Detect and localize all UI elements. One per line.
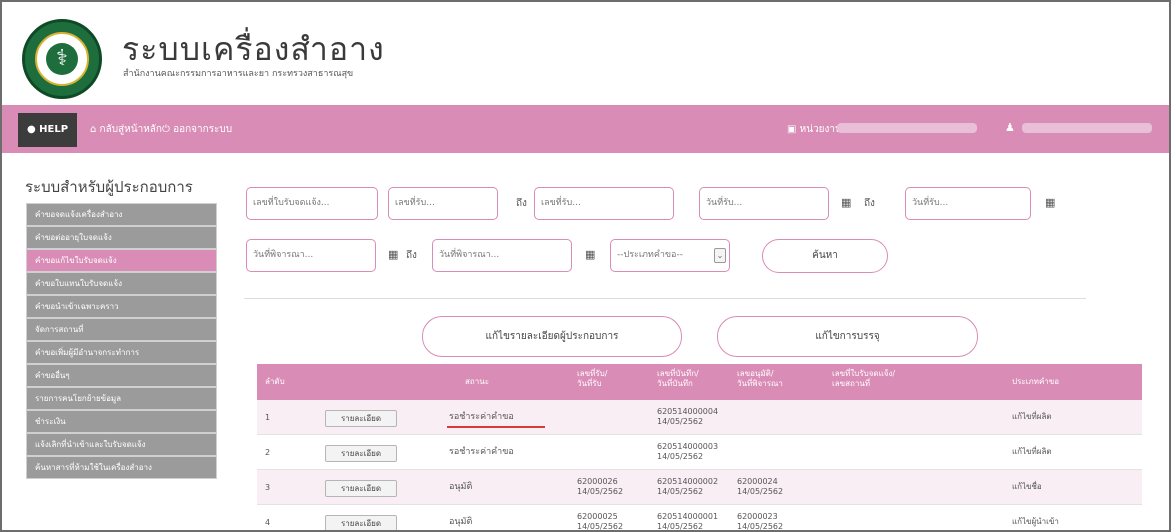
cell-status: รอชำระค่าคำขอ <box>449 447 514 457</box>
cell-status: รอชำระค่าคำขอ <box>449 412 514 422</box>
divider <box>244 298 1086 299</box>
cell-review-date: 14/05/2562 <box>737 487 784 496</box>
table-row: 3 รายละเอียด อนุมัติ 62000026 14/05/2562 6205… <box>257 470 1142 505</box>
receive-date-from-input[interactable]: วันที่รับ... <box>699 187 829 220</box>
header-order: ลำดับ <box>265 377 285 386</box>
request-type-select[interactable]: --ประเภทคำขอ-- ⌄ <box>610 239 730 272</box>
sidebar-item[interactable]: จัดการสถานที่ <box>26 318 217 341</box>
sidebar-item[interactable]: คำขอใบแทนใบรับจดแจ้ง <box>26 272 217 295</box>
sidebar-item[interactable]: ชำระเงิน <box>26 410 217 433</box>
cell-record-date: 14/05/2562 <box>657 417 704 426</box>
sidebar-item[interactable]: แจ้งเลิกที่นำเข้าและใบรับจดแจ้ง <box>26 433 217 456</box>
header: ⚕ ระบบเครื่องสำอาง สำนักงานคณะกรรมการอาห… <box>2 2 1169 105</box>
sidebar-item[interactable]: คำขออื่นๆ <box>26 364 217 387</box>
header-approval-no: เลขอนุมัติ/วันที่พิจารณา <box>737 369 783 388</box>
cell-receipt-no: 62000026 <box>577 477 618 486</box>
header-status: สถานะ <box>465 377 489 386</box>
table-row: 2 รายละเอียด รอชำระค่าคำขอ 620514000003 14/0… <box>257 435 1142 470</box>
help-icon: ● <box>26 124 40 135</box>
edit-operator-button[interactable]: แก้ไขรายละเอียดผู้ประกอบการ <box>422 316 682 357</box>
receipt-from-input[interactable]: เลขที่รับ... <box>388 187 498 220</box>
chevron-down-icon: ⌄ <box>714 248 726 263</box>
user-name-redacted <box>1022 123 1152 133</box>
header-record-no: เลขที่บันทึก/วันที่บันทึก <box>657 369 699 388</box>
cell-receipt-date: 14/05/2562 <box>577 487 624 496</box>
cell-approval-no: 62000023 <box>737 512 778 521</box>
to-label: ถึง <box>406 250 417 261</box>
status-highlight-underline <box>447 426 545 428</box>
table-header: ลำดับ สถานะ เลขที่รับ/วันที่รับ เลขที่บั… <box>257 364 1142 400</box>
sidebar-title: ระบบสำหรับผู้ประกอบการ <box>25 178 193 196</box>
cell-record-date: 14/05/2562 <box>657 487 704 496</box>
logout-label: ออกจากระบบ <box>173 124 233 135</box>
sidebar-item[interactable]: คำขอเพิ่มผู้มีอำนาจกระทำการ <box>26 341 217 364</box>
calendar-icon[interactable]: ▦ <box>841 196 851 209</box>
top-navbar: ● HELP ⌂ กลับสู่หน้าหลัก ⏻ ออกจากระบบ ▣ … <box>2 105 1169 153</box>
building-icon: ▣ <box>787 124 800 135</box>
help-button[interactable]: ● HELP <box>18 113 77 147</box>
logout-link[interactable]: ⏻ ออกจากระบบ <box>162 122 232 137</box>
detail-button[interactable]: รายละเอียด <box>325 445 397 462</box>
help-label: HELP <box>39 124 69 135</box>
receipt-to-input[interactable]: เลขที่รับ... <box>534 187 674 220</box>
table-row: 4 รายละเอียด อนุมัติ 62000025 14/05/2562 6205… <box>257 505 1142 531</box>
cell-order: 4 <box>265 518 271 527</box>
cell-request-type: แก้ไขที่ผลิต <box>1012 447 1052 456</box>
edit-packaging-button[interactable]: แก้ไขการบรรจุ <box>717 316 978 357</box>
to-label: ถึง <box>516 198 527 209</box>
cell-record-date: 14/05/2562 <box>657 452 704 461</box>
request-type-selected: --ประเภทคำขอ-- <box>617 250 683 260</box>
header-request-type: ประเภทคำขอ <box>1012 377 1060 386</box>
detail-button[interactable]: รายละเอียด <box>325 480 397 497</box>
power-icon: ⏻ <box>162 124 174 135</box>
cell-record-date: 14/05/2562 <box>657 522 704 531</box>
sidebar-item[interactable]: คำขอต่ออายุใบจดแจ้ง <box>26 226 217 249</box>
cell-record-no: 620514000003 <box>657 442 719 451</box>
user-icon: ♟ <box>1005 121 1015 134</box>
table-row: 1 รายละเอียด รอชำระค่าคำขอ 620514000004 14/0… <box>257 400 1142 435</box>
header-license-no: เลขที่ใบรับจดแจ้ง/เลขสถานที่ <box>832 369 896 388</box>
cell-request-type: แก้ไขที่ผลิต <box>1012 412 1052 421</box>
cell-receipt-date: 14/05/2562 <box>577 522 624 531</box>
cell-request-type: แก้ไขชื่อ <box>1012 482 1042 491</box>
header-receipt-no: เลขที่รับ/วันที่รับ <box>577 369 608 388</box>
sidebar-item[interactable]: คำขอจดแจ้งเครื่องสำอาง <box>26 203 217 226</box>
receive-date-to-input[interactable]: วันที่รับ... <box>905 187 1031 220</box>
review-date-from-input[interactable]: วันที่พิจารณา... <box>246 239 376 272</box>
cell-record-no: 620514000001 <box>657 512 719 521</box>
home-label: กลับสู่หน้าหลัก <box>99 124 162 135</box>
cell-order: 1 <box>265 413 271 422</box>
calendar-icon[interactable]: ▦ <box>1045 196 1055 209</box>
sidebar-item[interactable]: คำขอแก้ไขใบรับจดแจ้ง <box>26 249 217 272</box>
cell-order: 3 <box>265 483 271 492</box>
home-link[interactable]: ⌂ กลับสู่หน้าหลัก <box>90 122 162 137</box>
sidebar-item[interactable]: ค้นหาสารที่ห้ามใช้ในเครื่องสำอาง <box>26 456 217 479</box>
sidebar-item[interactable]: คำขอนำเข้าเฉพาะคราว <box>26 295 217 318</box>
cell-order: 2 <box>265 448 271 457</box>
calendar-icon[interactable]: ▦ <box>585 248 595 261</box>
detail-button[interactable]: รายละเอียด <box>325 410 397 427</box>
calendar-icon[interactable]: ▦ <box>388 248 398 261</box>
cell-record-no: 620514000002 <box>657 477 719 486</box>
cell-status: อนุมัติ <box>449 517 473 527</box>
home-icon: ⌂ <box>90 124 100 135</box>
ministry-logo: ⚕ <box>22 19 102 99</box>
caduceus-icon: ⚕ <box>46 43 78 75</box>
department-value-redacted <box>837 123 977 133</box>
cell-receipt-no: 62000025 <box>577 512 618 521</box>
cell-request-type: แก้ไขผู้นำเข้า <box>1012 517 1059 526</box>
to-label: ถึง <box>864 198 875 209</box>
cell-approval-no: 62000024 <box>737 477 778 486</box>
review-date-to-input[interactable]: วันที่พิจารณา... <box>432 239 572 272</box>
app-window: ⚕ ระบบเครื่องสำอาง สำนักงานคณะกรรมการอาห… <box>0 0 1171 532</box>
app-subtitle: สำนักงานคณะกรรมการอาหารและยา กระทรวงสาธา… <box>123 69 354 79</box>
cell-record-no: 620514000004 <box>657 407 719 416</box>
cell-status: อนุมัติ <box>449 482 473 492</box>
detail-button[interactable]: รายละเอียด <box>325 515 397 530</box>
license-no-input[interactable]: เลขที่ใบรับจดแจ้ง... <box>246 187 378 220</box>
cell-review-date: 14/05/2562 <box>737 522 784 531</box>
sidebar-item[interactable]: รายการคนโยกย้ายข้อมูล <box>26 387 217 410</box>
search-button[interactable]: ค้นหา <box>762 239 888 273</box>
